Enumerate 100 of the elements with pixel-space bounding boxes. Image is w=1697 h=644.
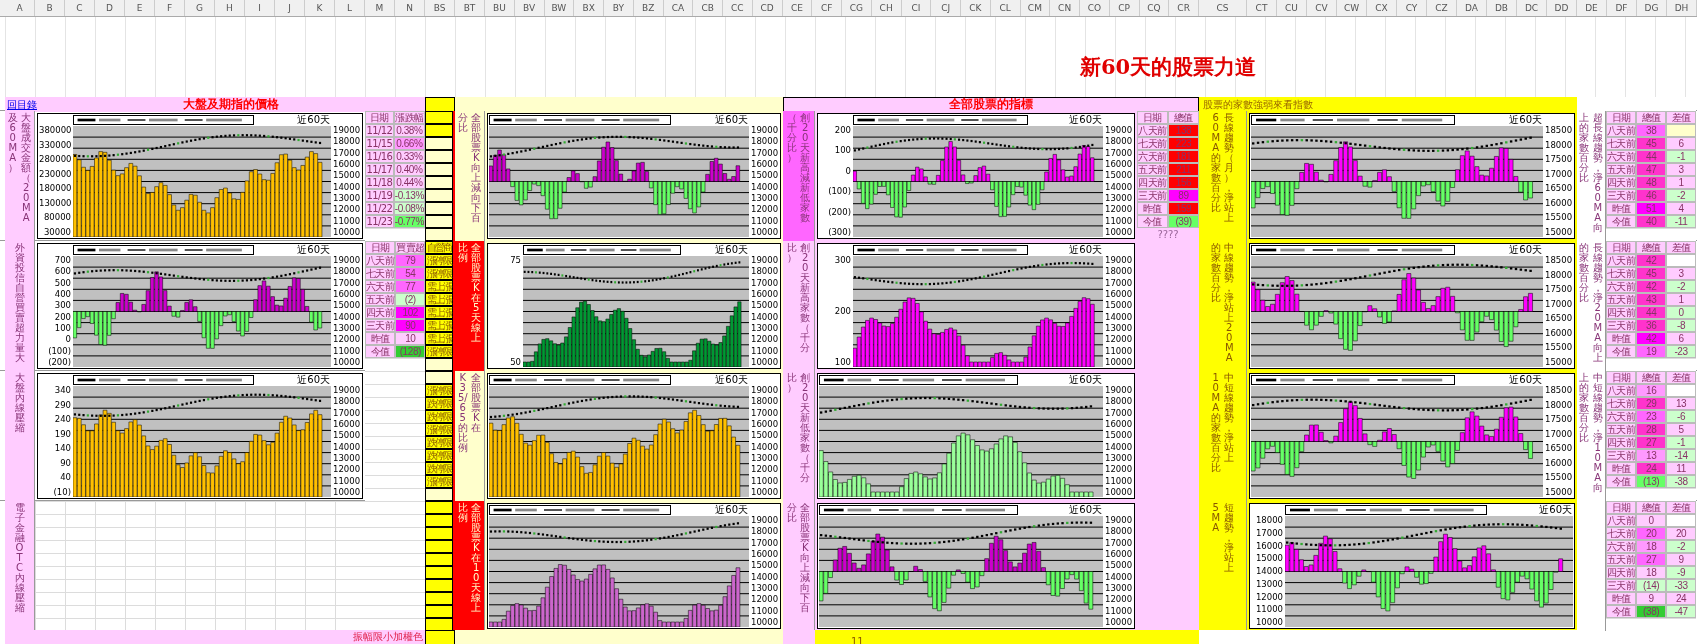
column-header[interactable]: I — [245, 0, 275, 16]
back-link[interactable]: 回目錄 — [7, 97, 37, 112]
table-cell: 89 — [1168, 189, 1199, 202]
column-header[interactable]: CX — [1367, 0, 1397, 16]
table-cell: -23 — [1666, 345, 1696, 358]
column-header[interactable]: BS — [425, 0, 455, 16]
axis-tick-label: 15500 — [1545, 343, 1573, 353]
column-header[interactable]: F — [155, 0, 185, 16]
column-header[interactable]: DD — [1547, 0, 1577, 16]
column-header[interactable]: H — [215, 0, 245, 16]
column-header[interactable]: CV — [1307, 0, 1337, 16]
axis-tick-label: 18000 — [1105, 397, 1133, 407]
axis-tick-label: 17000 — [1105, 278, 1133, 288]
column-header[interactable]: CC — [723, 0, 753, 16]
column-header[interactable]: CK — [961, 0, 991, 16]
legend-keys-icon — [857, 118, 1017, 122]
column-header[interactable]: E — [125, 0, 155, 16]
column-header[interactable]: B — [35, 0, 65, 16]
column-header[interactable]: CL — [990, 0, 1021, 16]
axis-tick-label: 11000 — [333, 476, 361, 486]
column-header[interactable]: K — [305, 0, 335, 16]
row-label: 全部股票K在10天線上 — [470, 503, 482, 615]
column-header[interactable]: BY — [604, 0, 634, 16]
table-cell: 六天前 — [1606, 540, 1637, 553]
table-cell: 昨值 — [365, 332, 396, 345]
status-cell: 漲停限 — [425, 267, 453, 280]
column-header[interactable]: BV — [514, 0, 545, 16]
table-cell: 今值 — [1137, 215, 1168, 228]
table-cell: 五天前 — [1606, 423, 1637, 436]
column-header[interactable]: DE — [1577, 0, 1607, 16]
axis-tick-label: (200) — [47, 357, 71, 367]
column-header[interactable]: CE — [782, 0, 813, 16]
table-cell: 138 — [1168, 124, 1199, 137]
axis-tick-label: 16000 — [1545, 198, 1573, 208]
column-header[interactable]: CJ — [931, 0, 961, 16]
column-header[interactable]: CP — [1109, 0, 1140, 16]
column-header[interactable]: DA — [1457, 0, 1487, 16]
column-header[interactable]: CO — [1080, 0, 1110, 16]
table-cell: 七天前 — [1606, 267, 1637, 280]
axis-tick-label: 18500 — [1545, 256, 1573, 265]
column-header[interactable]: N — [395, 0, 425, 16]
column-header[interactable]: CI — [901, 0, 932, 16]
column-header[interactable]: CH — [871, 0, 902, 16]
column-header[interactable]: DB — [1487, 0, 1517, 16]
column-header[interactable]: CB — [693, 0, 723, 16]
column-header[interactable]: BU — [485, 0, 515, 16]
axis-tick-label: 14000 — [1254, 567, 1283, 576]
column-header[interactable]: CM — [1020, 0, 1051, 16]
column-header[interactable]: CA — [663, 0, 694, 16]
column-header[interactable]: CW — [1337, 0, 1367, 16]
column-header[interactable]: A — [5, 0, 35, 16]
row-label: 分比 — [786, 503, 798, 525]
column-header[interactable]: CG — [842, 0, 872, 16]
table-cell: 八天前 — [1606, 124, 1637, 137]
section-heading: 大盤及期指的價格 — [183, 98, 279, 111]
column-header[interactable]: CF — [812, 0, 842, 16]
column-header[interactable]: DC — [1517, 0, 1547, 16]
column-header[interactable]: CS — [1199, 0, 1247, 16]
row-label: 短趨勢，淨站上 — [1223, 503, 1235, 575]
table-cell: 七天前 — [365, 267, 396, 280]
column-header[interactable]: BZ — [633, 0, 664, 16]
period-label: 近60天 — [1069, 114, 1102, 125]
column-header[interactable]: CT — [1247, 0, 1277, 16]
column-header[interactable]: D — [95, 0, 125, 16]
axis-tick-label: 16000 — [333, 420, 361, 429]
table-cell: 0.33% — [393, 150, 425, 163]
axis-tick-label: 15000 — [751, 171, 779, 181]
axis-tick-label: 16000 — [751, 550, 779, 559]
table-cell: -1 — [1666, 150, 1696, 163]
column-header[interactable]: BT — [455, 0, 485, 16]
column-header[interactable]: CR — [1169, 0, 1199, 16]
legend-keys-icon — [857, 248, 1017, 252]
table-cell: 五天前 — [1606, 553, 1637, 566]
axis-tick-label: 13000 — [1254, 579, 1283, 589]
column-header[interactable]: DG — [1637, 0, 1667, 16]
column-header[interactable]: C — [65, 0, 95, 16]
column-header[interactable]: CU — [1277, 0, 1307, 16]
column-header[interactable]: G — [185, 0, 215, 16]
row-label: 長線趨勢，淨20MA向上 — [1592, 243, 1604, 365]
column-header[interactable]: CZ — [1427, 0, 1457, 16]
column-header[interactable]: CN — [1050, 0, 1080, 16]
column-header[interactable]: CQ — [1139, 0, 1170, 16]
column-header[interactable]: BX — [574, 0, 604, 16]
axis-tick-label: 14000 — [751, 182, 779, 192]
status-cell: 需上漲 — [425, 293, 453, 306]
column-header[interactable]: L — [335, 0, 365, 16]
axis-tick-label: 11000 — [751, 606, 779, 616]
axis-tick-label: 12000 — [1105, 595, 1133, 605]
axis-tick-label: 80000 — [42, 213, 71, 223]
column-header[interactable]: M — [365, 0, 395, 16]
row-label: 全部股票K在5天線上 — [470, 243, 482, 345]
column-header[interactable]: DH — [1667, 0, 1697, 16]
status-cell — [425, 137, 453, 150]
column-header[interactable]: J — [275, 0, 305, 16]
column-header[interactable]: BW — [544, 0, 575, 16]
column-header[interactable]: DF — [1607, 0, 1637, 16]
axis-tick-label: 40 — [59, 473, 71, 483]
axis-tick-label: 230000 — [39, 169, 71, 179]
column-header[interactable]: CY — [1397, 0, 1427, 16]
column-header[interactable]: CD — [752, 0, 783, 16]
